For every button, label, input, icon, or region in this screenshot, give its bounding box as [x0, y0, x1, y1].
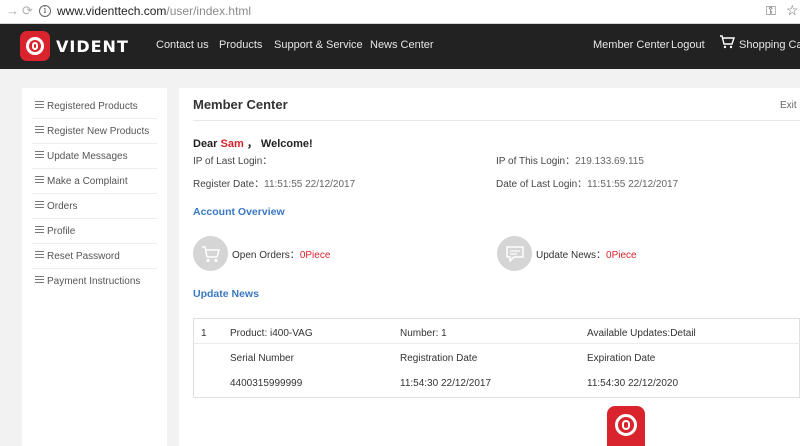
- sidebar-item-label: Update Messages: [47, 151, 128, 162]
- list-icon: [35, 100, 44, 109]
- last-login-date: Date of Last Login：11:51:55 22/12/2017: [496, 175, 678, 190]
- url-domain: www.videnttech.com: [57, 4, 167, 18]
- nav-news-center[interactable]: News Center: [370, 39, 434, 51]
- registration-date-value: 11:54:30 22/12/2017: [400, 378, 492, 389]
- logout-link[interactable]: Logout: [671, 39, 705, 51]
- table-divider: [194, 343, 800, 344]
- welcome-message: Dear Sam ， Welcome!: [193, 135, 313, 151]
- site-info-icon[interactable]: i: [39, 5, 51, 17]
- list-icon: [35, 250, 44, 259]
- sidebar-item-label: Orders: [47, 201, 78, 212]
- sidebar-item-make-a-complaint[interactable]: Make a Complaint: [32, 169, 157, 194]
- list-icon: [35, 275, 44, 284]
- col-header-serial: Serial Number: [230, 353, 294, 364]
- sidebar-item-label: Make a Complaint: [47, 176, 128, 187]
- available-updates-link[interactable]: Available Updates:Detail: [587, 328, 696, 339]
- message-circle-icon: [497, 236, 532, 271]
- product-name: Product: i400-VAG: [230, 328, 313, 339]
- sidebar-item-label: Register New Products: [47, 126, 150, 137]
- open-orders-count: 0Piece: [299, 250, 331, 261]
- open-orders[interactable]: Open Orders：0Piece: [232, 246, 330, 261]
- user-name: Sam: [220, 138, 244, 150]
- vident-footer-logo-icon: [607, 406, 645, 446]
- update-news-label: Update News：: [536, 250, 607, 261]
- member-center-link[interactable]: Member Center: [593, 39, 669, 51]
- list-icon: [35, 175, 44, 184]
- serial-number-value: 4400315999999: [230, 378, 303, 389]
- key-icon[interactable]: ⚿: [766, 3, 776, 19]
- ip-this-login: IP of This Login：219.133.69.115: [496, 152, 644, 167]
- member-sidebar: Registered Products Register New Product…: [22, 88, 167, 446]
- nav-contact-us[interactable]: Contact us: [156, 39, 209, 51]
- brand-name[interactable]: VIDENT: [56, 37, 129, 56]
- sidebar-item-registered-products[interactable]: Registered Products: [32, 94, 157, 119]
- bookmark-star-icon[interactable]: ☆: [786, 2, 799, 19]
- sidebar-item-register-new-products[interactable]: Register New Products: [32, 119, 157, 144]
- sidebar-item-payment-instructions[interactable]: Payment Instructions: [32, 269, 157, 294]
- vident-logo-icon[interactable]: [20, 31, 50, 61]
- sidebar-item-update-messages[interactable]: Update Messages: [32, 144, 157, 169]
- register-date-value: 11:51:55 22/12/2017: [264, 179, 356, 190]
- sidebar-item-orders[interactable]: Orders: [32, 194, 157, 219]
- exit-link[interactable]: Exit: [780, 100, 797, 111]
- ip-last-login: IP of Last Login：: [193, 152, 272, 167]
- sidebar-item-label: Profile: [47, 226, 76, 237]
- product-number: Number: 1: [400, 328, 447, 339]
- shopping-cart-link[interactable]: Shopping Cart: [739, 39, 800, 51]
- account-overview-heading: Account Overview: [193, 206, 285, 218]
- url-field[interactable]: www.videnttech.com/user/index.html: [57, 4, 251, 18]
- ip-this-login-value: 219.133.69.115: [575, 156, 644, 167]
- page-title: Member Center: [193, 97, 288, 112]
- update-news-table: 1 Product: i400-VAG Number: 1 Available …: [193, 318, 800, 398]
- welcome-prefix: Dear: [193, 138, 218, 150]
- col-header-expiration: Expiration Date: [587, 353, 656, 364]
- register-date-label: Register Date：: [193, 179, 265, 190]
- sidebar-item-label: Registered Products: [47, 101, 138, 112]
- sidebar-item-reset-password[interactable]: Reset Password: [32, 244, 157, 269]
- col-header-registration: Registration Date: [400, 353, 478, 364]
- expiration-date-value: 11:54:30 22/12/2020: [587, 378, 679, 389]
- ip-last-login-label: IP of Last Login：: [193, 156, 273, 167]
- list-icon: [35, 200, 44, 209]
- sidebar-item-label: Payment Instructions: [47, 276, 141, 287]
- register-date: Register Date：11:51:55 22/12/2017: [193, 175, 355, 190]
- last-login-date-value: 11:51:55 22/12/2017: [587, 179, 679, 190]
- update-news-heading: Update News: [193, 288, 259, 300]
- cart-circle-icon: [193, 236, 228, 271]
- list-icon: [35, 125, 44, 134]
- list-icon: [35, 225, 44, 234]
- list-icon: [35, 150, 44, 159]
- update-news-value: 0Piece: [606, 250, 637, 261]
- nav-products[interactable]: Products: [219, 39, 262, 51]
- last-login-date-label: Date of Last Login：: [496, 179, 588, 190]
- site-header: VIDENT Contact us Products Support & Ser…: [0, 24, 800, 69]
- shopping-cart-icon[interactable]: [719, 35, 735, 49]
- forward-arrow-icon[interactable]: →: [6, 3, 20, 19]
- row-index: 1: [201, 328, 207, 339]
- open-orders-label: Open Orders：: [232, 250, 300, 261]
- ip-this-login-label: IP of This Login：: [496, 156, 576, 167]
- member-center-panel: Member Center Exit Dear Sam ， Welcome! I…: [179, 88, 800, 446]
- welcome-suffix: ， Welcome!: [246, 138, 313, 150]
- divider: [193, 120, 800, 121]
- update-news-count[interactable]: Update News：0Piece: [536, 246, 637, 261]
- url-path: /user/index.html: [166, 4, 252, 18]
- browser-address-bar: → ⟳ i www.videnttech.com/user/index.html…: [0, 0, 800, 24]
- sidebar-item-profile[interactable]: Profile: [32, 219, 157, 244]
- nav-support-service[interactable]: Support & Service: [274, 39, 363, 51]
- sidebar-item-label: Reset Password: [47, 251, 120, 262]
- reload-icon[interactable]: ⟳: [22, 3, 36, 19]
